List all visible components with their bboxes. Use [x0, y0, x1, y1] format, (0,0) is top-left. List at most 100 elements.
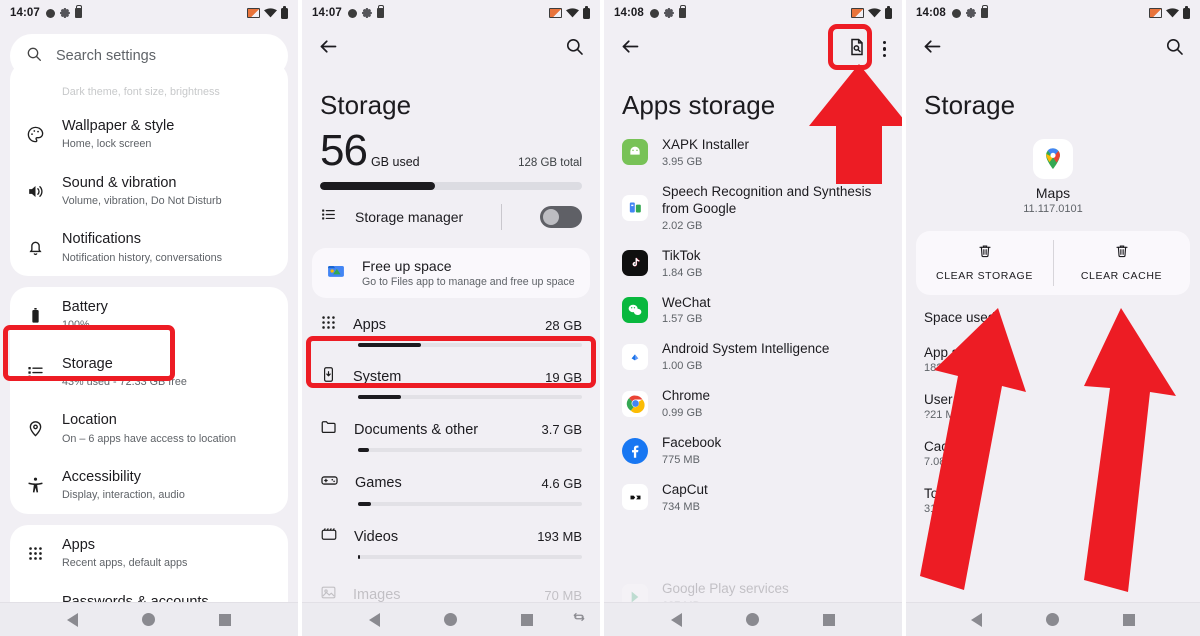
stat-user-data: User data ?21 MB [906, 383, 1200, 430]
record-dot-icon [951, 8, 961, 18]
storage-manager-label: Storage manager [355, 209, 464, 225]
sidebar-item-wallpaper[interactable]: Wallpaper & style Home, lock screen [10, 106, 288, 163]
sidebar-item-battery[interactable]: Battery 100% [10, 287, 288, 344]
app-bar [604, 26, 902, 72]
app-size: 734 MB [662, 500, 700, 513]
sidebar-item-sound[interactable]: Sound & vibration Volume, vibration, Do … [10, 163, 288, 220]
sidebar-item-notifications[interactable]: Notifications Notification history, conv… [10, 219, 288, 276]
sidebar-item-label: Location [62, 412, 117, 429]
wifi-icon [264, 8, 277, 18]
bell-icon [24, 237, 46, 259]
accessibility-icon [24, 474, 46, 496]
clear-storage-button[interactable]: CLEAR STORAGE [916, 231, 1053, 295]
stat-key: User data [924, 392, 983, 407]
app-size: 775 MB [662, 454, 700, 466]
wifi-icon [868, 8, 881, 18]
nav-back-button[interactable] [671, 612, 682, 627]
nav-bar [0, 602, 298, 636]
status-left-icons [45, 5, 83, 18]
nav-back-button[interactable] [369, 612, 380, 627]
video-icon [320, 525, 338, 548]
sidebar-item-label: Notifications [62, 231, 141, 248]
search-icon[interactable] [1165, 37, 1184, 61]
app-name: Speech Recognition and Synthesis from Go… [662, 183, 872, 216]
cast-icon [549, 8, 562, 18]
sidebar-item-storage[interactable]: Storage 43% used - 72.33 GB free [10, 344, 288, 401]
sidebar-item-label: Battery [62, 299, 108, 316]
storage-manager-row[interactable]: Storage manager [302, 190, 600, 244]
category-label: Apps [353, 317, 387, 333]
divider [501, 204, 503, 230]
lock-icon [376, 5, 385, 18]
stat-app-size: App size 18? MB [906, 336, 1200, 383]
status-bar: 14:08 [604, 0, 902, 26]
panel-settings-home: 14:07 Search settings Dark theme, font s… [0, 0, 298, 636]
app-name: Google Play services [662, 581, 789, 597]
sidebar-item-subtitle: Notification history, conversations [62, 251, 223, 264]
nav-home-button[interactable] [1046, 613, 1059, 626]
storage-category-list: Apps 28 GB System 19 GB Documents & othe… [302, 306, 600, 570]
search-icon[interactable] [565, 37, 584, 61]
gear-icon [59, 8, 70, 18]
clear-cache-button[interactable]: CLEAR CACHE [1053, 231, 1190, 295]
list-item[interactable]: XAPK Installer 3.95 GB [604, 129, 902, 176]
apps-grid-icon [24, 542, 46, 564]
list-item[interactable]: Chrome 0.99 GB [604, 380, 902, 427]
storage-category-documents[interactable]: Documents & other 3.7 GB [302, 410, 600, 463]
sidebar-item-label: Sound & vibration [62, 174, 177, 191]
storage-category-videos[interactable]: Videos 193 MB [302, 517, 600, 570]
clear-storage-label: CLEAR STORAGE [936, 270, 1033, 282]
maps-icon [1033, 139, 1073, 179]
category-value: 70 MB [544, 587, 582, 603]
sidebar-item-subtitle: 100% [62, 319, 90, 332]
sound-icon [24, 180, 46, 202]
stat-key: Total [924, 486, 953, 501]
trash-icon [1057, 243, 1186, 264]
list-item[interactable]: Android System Intelligence 1.00 GB [604, 333, 902, 380]
app-version: 11.117.0101 [1023, 203, 1083, 215]
list-item[interactable]: WeChat 1.57 GB [604, 287, 902, 334]
nav-home-button[interactable] [444, 613, 457, 626]
gear-icon [663, 8, 674, 18]
back-arrow-icon[interactable] [922, 36, 943, 62]
nav-back-button[interactable] [971, 612, 982, 627]
category-value: 19 GB [545, 369, 582, 385]
category-bar [358, 343, 582, 347]
panel-apps-storage: 14:08 Apps storage XAPK Installer 3.95 G… [604, 0, 902, 636]
nav-rotate-icon[interactable] [572, 610, 586, 629]
status-left-icons [951, 5, 989, 18]
status-time: 14:08 [614, 7, 644, 19]
back-arrow-icon[interactable] [620, 36, 641, 62]
nav-back-button[interactable] [67, 612, 78, 627]
sidebar-item-location[interactable]: Location On – 6 apps have access to loca… [10, 400, 288, 457]
nav-recent-button[interactable] [1123, 613, 1135, 626]
storage-category-system[interactable]: System 19 GB [302, 358, 600, 410]
list-item[interactable]: Facebook 775 MB [604, 427, 902, 474]
app-actions: CLEAR STORAGE CLEAR CACHE [916, 231, 1190, 295]
storage-category-apps[interactable]: Apps 28 GB [302, 306, 600, 358]
free-up-space-card[interactable]: Free up space Go to Files app to manage … [312, 248, 590, 298]
nav-bar [604, 602, 902, 636]
nav-recent-button[interactable] [521, 613, 533, 626]
nav-home-button[interactable] [142, 613, 155, 626]
sidebar-item-accessibility[interactable]: Accessibility Display, interaction, audi… [10, 457, 288, 514]
storage-manager-toggle[interactable] [540, 206, 582, 228]
storage-category-games[interactable]: Games 4.6 GB [302, 463, 600, 517]
status-time: 14:07 [10, 7, 40, 19]
gear-icon [965, 8, 976, 18]
kebab-menu-icon[interactable] [882, 40, 886, 58]
nav-recent-button[interactable] [823, 613, 835, 626]
battery-icon [885, 5, 892, 19]
list-item[interactable]: CapCut 734 MB [604, 474, 902, 521]
screenshot-strip: 14:07 Search settings Dark theme, font s… [0, 0, 1200, 636]
list-item[interactable]: Speech Recognition and Synthesis from Go… [604, 176, 902, 240]
nav-home-button[interactable] [746, 613, 759, 626]
back-arrow-icon[interactable] [318, 36, 339, 62]
document-scan-icon[interactable] [847, 37, 867, 62]
wifi-icon [566, 8, 579, 18]
xapk-icon [622, 139, 648, 166]
sidebar-item-apps[interactable]: Apps Recent apps, default apps [10, 525, 288, 582]
nav-recent-button[interactable] [219, 613, 231, 626]
status-time: 14:08 [916, 7, 946, 19]
list-item[interactable]: TikTok 1.84 GB [604, 240, 902, 287]
